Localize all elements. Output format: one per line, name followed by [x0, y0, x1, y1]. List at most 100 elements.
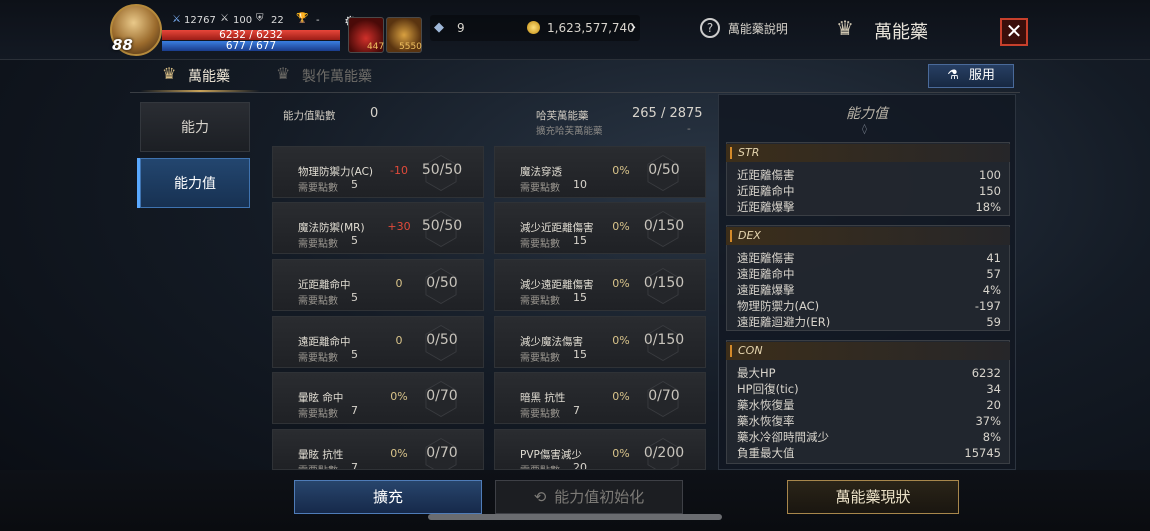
- stat-card-name: 近距離命中: [298, 279, 351, 291]
- gold-value: 1,623,577,740: [547, 21, 635, 35]
- elixir-tab-icon: ♛: [162, 64, 177, 83]
- stat-card-cost: 15: [573, 348, 587, 361]
- stat-label: 藥水冷卻時間減少: [737, 430, 829, 444]
- sidebar-item-stats[interactable]: 能力值: [140, 158, 250, 208]
- stat-label: 藥水恢復量: [737, 398, 795, 412]
- stat-card[interactable]: 減少近距離傷害 需要點數 15 0% 0/150: [494, 202, 706, 254]
- stat-row: 最大HP 6232: [737, 365, 1001, 381]
- stat-card-name: 暈眩 抗性: [298, 449, 344, 461]
- crystal-value: 9: [457, 21, 465, 35]
- stat-card[interactable]: 減少魔法傷害 需要點數 15 0% 0/150: [494, 316, 706, 368]
- stat-card[interactable]: 魔法穿透 需要點數 10 0% 0/50: [494, 146, 706, 198]
- stat-value: -197: [974, 299, 1001, 313]
- stat-label: 負重最大值: [737, 446, 795, 460]
- stat-card[interactable]: 物理防禦力(AC) 需要點數 5 -10 50/50: [272, 146, 484, 198]
- elixir-value: 265 / 2875: [632, 106, 703, 121]
- stat-card-name: 魔法防禦(MR): [298, 222, 365, 234]
- stat-c-value: -: [316, 15, 320, 26]
- stat-card[interactable]: 減少遠距離傷害 需要點數 15 0% 0/150: [494, 259, 706, 311]
- use-label: 服用: [968, 68, 995, 83]
- stats-panel-title: 能力值: [846, 106, 888, 122]
- reset-label: 能力值初始化: [554, 488, 645, 506]
- sidebar-item-ability[interactable]: 能力: [140, 102, 250, 152]
- stat-row: 近距離傷害 100: [737, 167, 1001, 183]
- stat-row: 近距離爆擊 18%: [737, 199, 1001, 215]
- potion-slot[interactable]: 447: [348, 17, 384, 53]
- stat-card-cost-label: 需要點數: [298, 409, 338, 420]
- reset-stats-button[interactable]: ⟲ 能力值初始化: [495, 480, 683, 514]
- item-slot[interactable]: 5550: [386, 17, 422, 53]
- stat-row: 遠距離傷害 41: [737, 250, 1001, 266]
- stat-card-cost: 5: [351, 234, 358, 247]
- stat-card[interactable]: 暈眩 抗性需要點數70%0/70: [272, 429, 484, 470]
- dex-header: DEX: [726, 227, 1010, 245]
- help-label: 萬能藥說明: [727, 21, 788, 36]
- trophy-icon: 🏆: [296, 13, 309, 24]
- ornament-icon: ◊: [862, 124, 867, 135]
- stat-value: 57: [986, 267, 1001, 281]
- flask-icon: ⚗: [947, 68, 959, 83]
- elixir-status-button[interactable]: 萬能藥現狀: [787, 480, 959, 514]
- stat-label: 遠距離爆擊: [737, 283, 795, 297]
- stat-card[interactable]: 遠距離命中 需要點數 5 0 0/50: [272, 316, 484, 368]
- stat-value: 15745: [964, 446, 1001, 460]
- crystal-icon: ◆: [434, 20, 444, 35]
- stat-value: 41: [986, 251, 1001, 265]
- stat-a-value: 100: [233, 15, 253, 26]
- stat-row: 遠距離爆擊 4%: [737, 282, 1001, 298]
- stat-value: 18%: [975, 200, 1001, 214]
- stat-card[interactable]: 魔法防禦(MR) 需要點數 5 +30 50/50: [272, 202, 484, 254]
- stat-label: 藥水恢復率: [737, 414, 795, 428]
- divider: [130, 92, 1020, 93]
- power-icon: ⚔: [172, 14, 181, 25]
- str-header: STR: [726, 144, 1010, 162]
- close-button[interactable]: ✕: [1000, 18, 1028, 46]
- stat-card[interactable]: 暗黑 抗性 需要點數 7 0% 0/70: [494, 372, 706, 424]
- stat-card[interactable]: PVP傷害減少需要點數200%0/200: [494, 429, 706, 470]
- points-label: 能力值點數: [283, 110, 336, 122]
- mp-text: 677 / 677: [225, 40, 277, 52]
- hp-text: 6232 / 6232: [219, 29, 283, 41]
- stat-label: 遠距離迴避力(ER): [737, 315, 831, 329]
- stat-card-cost-label: 需要點數: [520, 296, 560, 307]
- tab-elixir[interactable]: 萬能藥: [188, 66, 230, 86]
- stat-card-progress: 50/50: [421, 162, 463, 178]
- refresh-icon: ⟲: [533, 488, 547, 506]
- stat-card[interactable]: 近距離命中 需要點數 5 0 0/50: [272, 259, 484, 311]
- character-level: 88: [112, 36, 133, 54]
- gold-icon: [527, 21, 540, 34]
- stat-card[interactable]: 暈眩 命中 需要點數 7 0% 0/70: [272, 372, 484, 424]
- stat-card-progress: 0/50: [426, 332, 458, 348]
- stat-card-cost: 7: [573, 404, 580, 417]
- help-button[interactable]: ? 萬能藥說明: [700, 18, 788, 38]
- stat-row: 遠距離迴避力(ER) 59: [737, 314, 1001, 330]
- scroll-indicator[interactable]: [428, 514, 722, 520]
- stat-label: 最大HP: [737, 366, 776, 380]
- tab-craft-elixir[interactable]: 製作萬能藥: [302, 66, 372, 86]
- expand-button[interactable]: 擴充: [294, 480, 482, 514]
- stat-label: HP回復(tic): [737, 382, 799, 396]
- stat-row: 遠距離命中 57: [737, 266, 1001, 282]
- stat-card-cost-label: 需要點數: [298, 183, 338, 194]
- stat-card-cost-label: 需要點數: [520, 353, 560, 364]
- stat-value: 20: [986, 398, 1001, 412]
- chevron-right-icon[interactable]: ›: [630, 17, 636, 36]
- question-icon: ?: [700, 18, 720, 38]
- stat-card-name: 魔法穿透: [520, 166, 562, 178]
- con-header: CON: [726, 342, 1010, 360]
- craft-tab-icon: ♛: [276, 64, 291, 83]
- use-button[interactable]: ⚗ 服用: [928, 64, 1014, 88]
- stat-value: 4%: [982, 283, 1001, 297]
- sword-icon: ⚔: [220, 13, 229, 24]
- hp-bar: 6232 / 6232: [162, 30, 340, 40]
- elixir-emblem-icon: ♛: [836, 16, 854, 40]
- stat-value: 100: [979, 168, 1001, 182]
- stat-value: 59: [986, 315, 1001, 329]
- mp-bar: 677 / 677: [162, 41, 340, 51]
- stat-card-cost-label: 需要點數: [520, 239, 560, 250]
- stat-card-progress: 0/200: [643, 445, 685, 461]
- stat-card-name: 減少近距離傷害: [520, 222, 594, 234]
- stat-card-cost-label: 需要點數: [298, 462, 338, 469]
- potion-count: 447: [367, 42, 385, 52]
- stat-card-name: PVP傷害減少: [520, 449, 582, 461]
